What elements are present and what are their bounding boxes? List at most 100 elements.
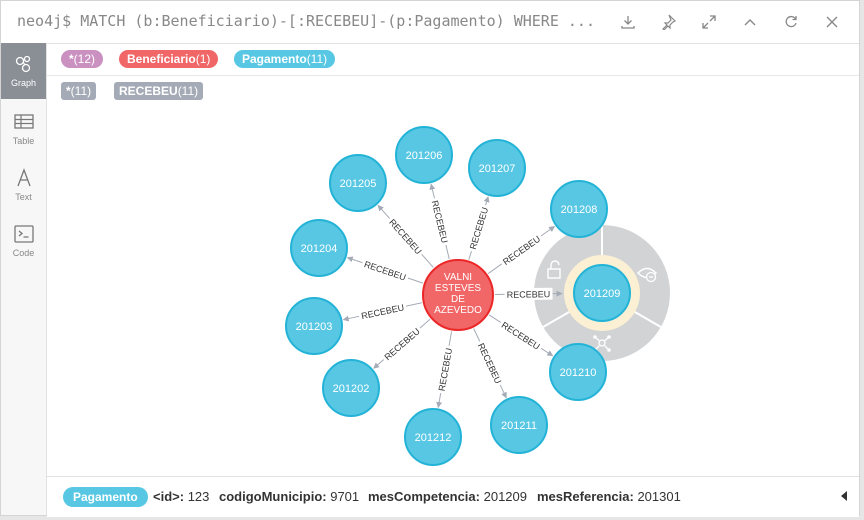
sidebar-item-text[interactable]: Text [1, 157, 46, 213]
node-caption: DE [451, 294, 465, 305]
node-pagamento-201212[interactable]: 201212 [404, 408, 462, 466]
relationship-label: RECEBEU [387, 217, 423, 256]
relationship-recebeu[interactable]: RECEBEU [494, 287, 563, 301]
relationship-label: RECEBEU [382, 326, 421, 362]
rel-tag-recebeu[interactable]: RECEBEU(11) [114, 82, 204, 100]
node-pagamento-201207[interactable]: 201207 [468, 139, 526, 197]
relationship-recebeu[interactable]: RECEBEU [428, 183, 452, 260]
relationship-label: RECEBEU [430, 199, 450, 244]
relationship-recebeu[interactable]: RECEBEU [377, 204, 434, 268]
prop-value: 201209 [483, 489, 527, 504]
sidebar-item-label: Table [12, 136, 35, 146]
node-caption: VALNI [444, 272, 472, 283]
node-pagamento-201209[interactable]: 201209 [573, 264, 631, 322]
node-caption: 201206 [406, 150, 443, 162]
label-pill-pagamento[interactable]: Pagamento(11) [234, 50, 336, 68]
query-string: MATCH (b:Beneficiario)-[:RECEBEU]-(p:Pag… [80, 12, 595, 30]
rerun-button[interactable] [771, 1, 811, 43]
node-caption: 201204 [301, 243, 338, 255]
node-caption: ESTEVES [435, 283, 481, 294]
node-caption: 201208 [561, 204, 598, 216]
refresh-icon [785, 15, 797, 28]
relationship-recebeu[interactable]: RECEBEU [473, 328, 507, 399]
expand-icon [702, 15, 716, 29]
node-caption: 201203 [296, 321, 333, 333]
node-pagamento-201204[interactable]: 201204 [290, 219, 348, 277]
node-caption: 201207 [479, 163, 516, 175]
node-beneficiario[interactable]: VALNIESTEVESDEAZEVEDO [422, 259, 494, 331]
prop-key: mesCompetencia: [368, 489, 480, 504]
tag-name: RECEBEU [119, 84, 178, 98]
close-icon [826, 16, 838, 28]
query-bar: neo4j$ MATCH (b:Beneficiario)-[:RECEBEU]… [1, 1, 859, 44]
prop-key: <id>: [153, 489, 185, 504]
node-pagamento-201202[interactable]: 201202 [322, 359, 380, 417]
label-pill-beneficiario[interactable]: Beneficiario(1) [119, 50, 219, 68]
download-button[interactable] [608, 1, 648, 43]
status-label-pill[interactable]: Pagamento [63, 487, 148, 507]
relationship-types-legend: *(11) RECEBEU(11) [47, 76, 859, 108]
relationship-recebeu[interactable]: RECEBEU [342, 300, 422, 323]
status-bar: Pagamento <id>: 123 codigoMunicipio: 970… [47, 476, 859, 517]
node-caption: AZEVEDO [434, 305, 482, 316]
prop-key: codigoMunicipio: [219, 489, 327, 504]
graph-canvas[interactable]: RECEBEU RECEBEU RECEBEU RECEBEU RECEBEU RECEB… [47, 107, 859, 475]
query-text[interactable]: neo4j$ MATCH (b:Beneficiario)-[:RECEBEU]… [17, 12, 605, 30]
relationship-recebeu[interactable]: RECEBEU [465, 196, 492, 260]
relationship-recebeu[interactable]: RECEBEU [346, 256, 424, 284]
prompt: neo4j$ [17, 12, 72, 30]
fullscreen-button[interactable] [689, 1, 729, 43]
download-icon [621, 16, 635, 29]
sidebar-item-code[interactable]: Code [1, 213, 46, 269]
status-prop-mes-referencia: mesReferencia: 201301 [537, 489, 681, 504]
pill-count: (11) [306, 52, 328, 66]
status-prop-codigo-municipio: codigoMunicipio: 9701 [219, 489, 359, 504]
sidebar-item-label: Text [15, 192, 32, 202]
relationship-recebeu[interactable]: RECEBEU [373, 318, 431, 369]
view-sidebar: Graph Table Text Code [1, 43, 47, 515]
result-frame: neo4j$ MATCH (b:Beneficiario)-[:RECEBEU]… [0, 0, 860, 517]
rel-tag-all[interactable]: *(11) [61, 82, 97, 100]
label-pill-all[interactable]: *(12) [61, 50, 104, 68]
prop-key: mesReferencia: [537, 489, 634, 504]
node-pagamento-201206[interactable]: 201206 [395, 126, 453, 184]
graph-svg[interactable]: RECEBEU RECEBEU RECEBEU RECEBEU RECEBEU RECEB… [47, 107, 859, 475]
text-icon [16, 168, 31, 187]
sidebar-item-label: Code [12, 248, 35, 258]
collapse-button[interactable] [730, 1, 770, 43]
node-caption: 201212 [415, 432, 452, 444]
node-labels-legend: *(12) Beneficiario(1) Pagamento(11) [47, 44, 859, 76]
node-caption: 201210 [560, 367, 597, 379]
graph-icon [15, 55, 30, 73]
pill-name: Pagamento [242, 52, 307, 66]
node-pagamento-201208[interactable]: 201208 [550, 180, 608, 238]
node-caption: 201209 [584, 288, 621, 300]
node-caption: 201211 [501, 420, 537, 432]
status-prop-id: <id>: 123 [153, 489, 209, 504]
pin-icon [662, 14, 676, 30]
code-icon [13, 225, 34, 243]
relationship-recebeu[interactable]: RECEBEU [434, 331, 455, 409]
relationship-label: RECEBEU [363, 259, 407, 282]
pin-button[interactable] [648, 1, 688, 43]
pill-name: Beneficiario [127, 52, 196, 66]
sidebar-item-table[interactable]: Table [1, 101, 46, 157]
relationship-label: RECEBEU [507, 289, 551, 300]
prop-value: 201301 [637, 489, 681, 504]
node-pagamento-201210[interactable]: 201210 [549, 343, 607, 401]
pill-count: (1) [195, 52, 211, 66]
collapse-icon [744, 19, 756, 26]
collapse-caret-icon[interactable] [841, 491, 847, 501]
tag-count: (11) [70, 84, 92, 98]
close-button[interactable] [812, 1, 852, 43]
tag-count: (11) [177, 84, 199, 98]
prop-value: 9701 [330, 489, 360, 504]
node-pagamento-201205[interactable]: 201205 [329, 154, 387, 212]
prop-value: 123 [187, 489, 210, 504]
relationship-label: RECEBEU [501, 234, 542, 267]
table-icon [13, 114, 34, 129]
node-pagamento-201211[interactable]: 201211 [490, 396, 548, 454]
node-pagamento-201203[interactable]: 201203 [285, 297, 343, 355]
sidebar-item-graph[interactable]: Graph [1, 43, 46, 99]
node-caption: 201205 [340, 178, 377, 190]
